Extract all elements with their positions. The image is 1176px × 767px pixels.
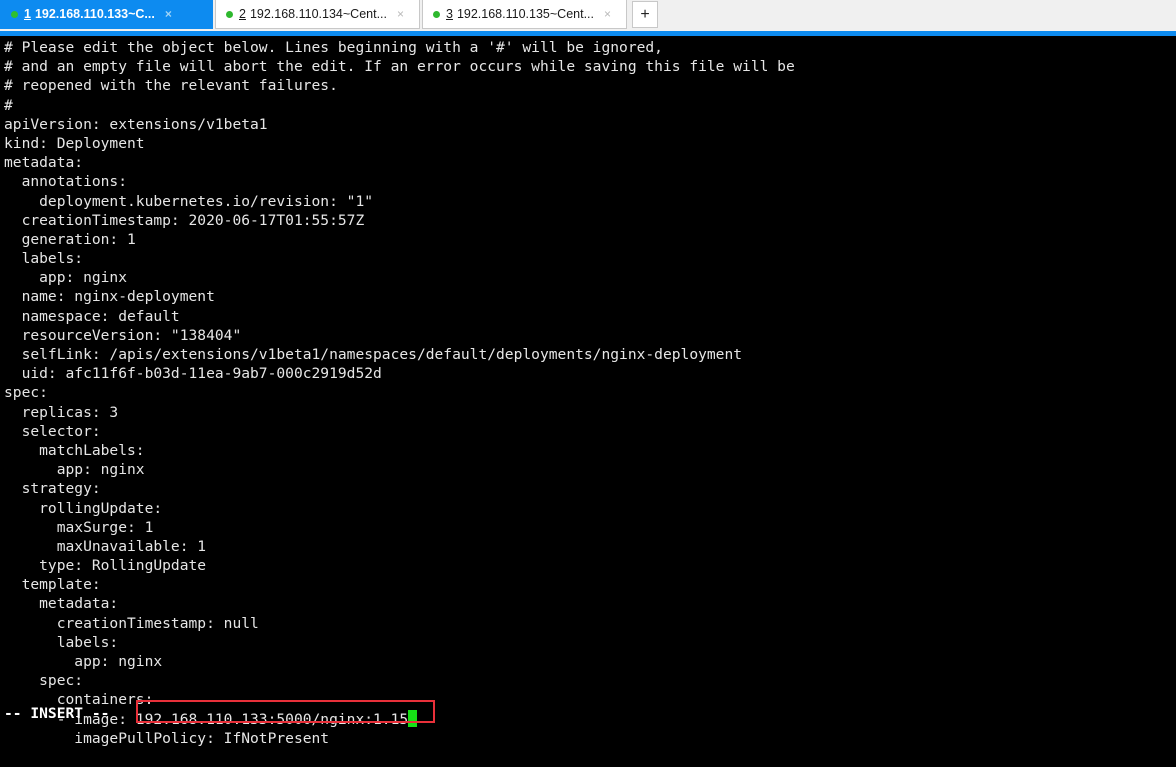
- close-icon[interactable]: ×: [397, 8, 404, 20]
- terminal-line: annotations:: [4, 173, 128, 191]
- terminal-tab-2[interactable]: 2 192.168.110.134~Cent... ×: [215, 0, 420, 29]
- terminal-line: metadata:: [4, 154, 84, 172]
- terminal-line: selector:: [4, 422, 101, 440]
- tab-bar: 1 192.168.110.133~C... × 2 192.168.110.1…: [0, 0, 1176, 31]
- connection-status-dot-icon: [226, 10, 233, 18]
- terminal-line: spec:: [4, 672, 84, 690]
- text-cursor: [408, 709, 417, 727]
- terminal-line: labels:: [4, 250, 84, 268]
- terminal-line: spec:: [4, 384, 48, 402]
- terminal-line: namespace: default: [4, 307, 180, 325]
- terminal-line: # Please edit the object below. Lines be…: [4, 39, 663, 56]
- terminal-line: deployment.kubernetes.io/revision: "1": [4, 192, 374, 210]
- terminal-line: #: [4, 96, 13, 114]
- terminal-line: kind: Deployment: [4, 134, 145, 152]
- terminal-line: creationTimestamp: 2020-06-17T01:55:57Z: [4, 211, 365, 229]
- terminal-line: app: nginx: [4, 269, 128, 287]
- terminal-line: containers:: [4, 691, 154, 709]
- terminal-line: matchLabels:: [4, 441, 145, 459]
- terminal-line: selfLink: /apis/extensions/v1beta1/names…: [4, 346, 743, 363]
- terminal-line: # reopened with the relevant failures.: [4, 77, 338, 95]
- close-icon[interactable]: ×: [165, 8, 172, 20]
- terminal-line: generation: 1: [4, 230, 136, 248]
- connection-status-dot-icon: [11, 10, 18, 18]
- terminal-line: app: nginx: [4, 461, 145, 479]
- terminal-line: maxUnavailable: 1: [4, 537, 207, 555]
- terminal-line: apiVersion: extensions/v1beta1: [4, 115, 268, 133]
- terminal-line: metadata:: [4, 595, 119, 613]
- connection-status-dot-icon: [433, 10, 440, 18]
- tab-number: 2: [239, 7, 246, 21]
- tab-title: 192.168.110.134~Cent...: [249, 7, 387, 21]
- tab-title: 192.168.110.135~Cent...: [456, 7, 594, 21]
- terminal-tab-3[interactable]: 3 192.168.110.135~Cent... ×: [422, 0, 627, 29]
- terminal-line: imagePullPolicy: IfNotPresent: [4, 729, 330, 747]
- terminal-line: strategy:: [4, 480, 101, 498]
- terminal-line: maxSurge: 1: [4, 518, 154, 536]
- terminal-line: rollingUpdate:: [4, 499, 163, 517]
- tab-number: 3: [446, 7, 453, 21]
- close-icon[interactable]: ×: [604, 8, 611, 20]
- image-value-text[interactable]: 192.168.110.133:5000/nginx:1.15: [136, 711, 408, 728]
- terminal-line: creationTimestamp: null: [4, 614, 259, 632]
- terminal-output[interactable]: # Please edit the object below. Lines be…: [0, 36, 1176, 767]
- terminal-tab-1[interactable]: 1 192.168.110.133~C... ×: [0, 0, 213, 29]
- new-tab-button[interactable]: +: [632, 1, 658, 28]
- tab-title: 192.168.110.133~C...: [34, 7, 155, 21]
- terminal-line: # and an empty file will abort the edit.…: [4, 58, 795, 76]
- terminal-line: name: nginx-deployment: [4, 288, 215, 306]
- terminal-line: labels:: [4, 633, 119, 651]
- terminal-line: app: nginx: [4, 653, 163, 670]
- terminal-line-image-field[interactable]: - image: 192.168.110.133:5000/nginx:1.15: [4, 709, 1176, 729]
- terminal-text-area: # Please edit the object below. Lines be…: [4, 38, 1176, 748]
- terminal-line: type: RollingUpdate: [4, 557, 207, 575]
- terminal-line: resourceVersion: "138404": [4, 326, 242, 344]
- vim-status-line: -- INSERT --: [4, 705, 110, 722]
- terminal-line: template:: [4, 576, 101, 594]
- terminal-line: uid: afc11f6f-b03d-11ea-9ab7-000c2919d52…: [4, 365, 382, 383]
- terminal-line: replicas: 3: [4, 403, 119, 421]
- tab-number: 1: [24, 7, 31, 21]
